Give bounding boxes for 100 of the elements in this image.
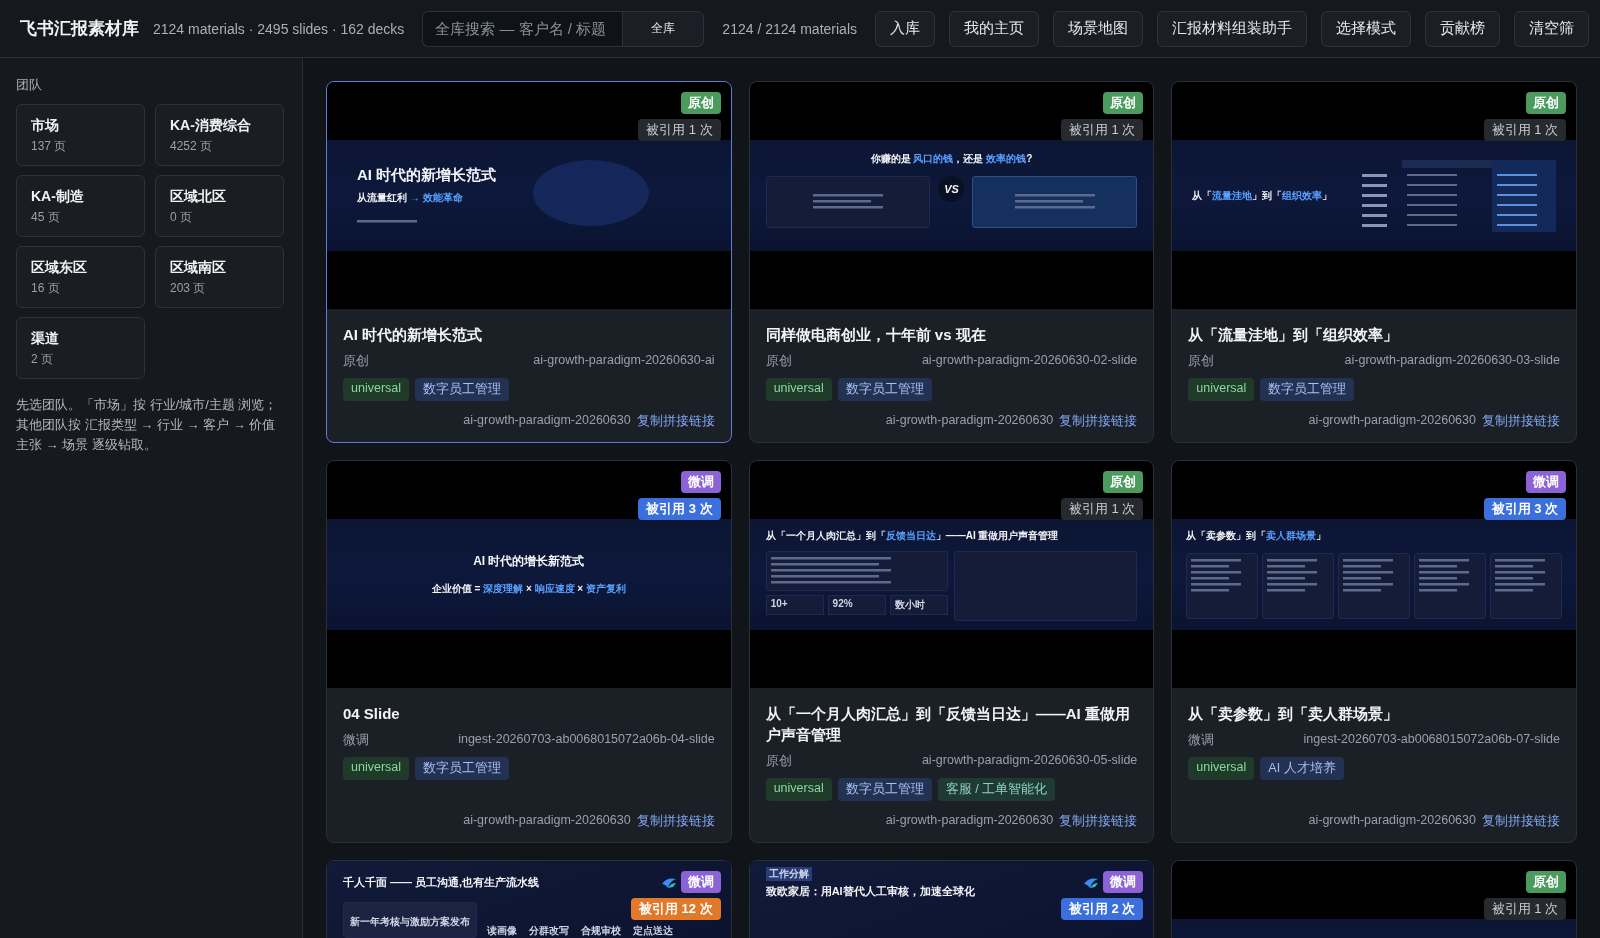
page-count: 137 页 [31, 138, 68, 155]
slide-heading: AI 时代的新增长范式 [357, 166, 497, 185]
text-lines-icon [770, 555, 891, 586]
material-card[interactable]: 你赚的是 风口的钱，还是 效率的钱? VS 原创 被引用 1 次 同样做电商创业，十年前 vs 现在 原创 ai-growth-paradigm-20260630-02-slide universal 数字员工管理 ai-growth-paradigm-20260630 复制拼接链接 [748, 81, 1155, 443]
toolbar-button[interactable]: 选择模式 [1321, 10, 1411, 47]
card-title: 同样做电商创业，十年前 vs 现在 [765, 325, 987, 345]
slide-id: ingest-20260703-ab0068015072a06b-07-slide [1303, 732, 1560, 748]
team-name: KA-制造 [31, 188, 85, 206]
tag: AI 人才培养 [1260, 757, 1344, 780]
citation-badge: 被引用 1 次 [1483, 119, 1566, 141]
toolbar-button[interactable]: 场景地图 [1053, 10, 1143, 47]
text-lines-icon [1191, 557, 1242, 594]
origin-badge: 微调 [1103, 871, 1144, 893]
material-card[interactable]: 千人千面 —— 员工沟通,也有生产流水线 新一年考核与激励方案发布 读画像 分群改写 合规审校 定点送达 微调 被引用 12 次 [326, 860, 732, 938]
origin-badge: 原创 [1103, 92, 1144, 114]
team-tile[interactable]: KA-消费综合 4252 页 [155, 104, 284, 166]
tag: 数字员工管理 [415, 757, 510, 780]
text-lines-icon [1419, 557, 1470, 594]
origin-label: 原创 [343, 353, 369, 370]
page-count: 4252 页 [170, 138, 214, 155]
card-title: 从「一个月人肉汇总」到「反馈当日达」——AI 重做用户声音管理 [765, 704, 1131, 745]
citation-badge: 被引用 12 次 [630, 898, 721, 920]
card-title: 从「卖参数」到「卖人群场景」 [1188, 704, 1400, 724]
card-title: 04 Slide [343, 704, 401, 724]
citation-badge: 被引用 3 次 [638, 498, 721, 520]
toolbar-button[interactable]: 贡献榜 [1425, 10, 1500, 47]
search-field[interactable]: 全库搜索 — 客户名 / 标题 [422, 10, 623, 47]
card-title: AI 时代的新增长范式 [343, 325, 484, 345]
team-name: 区域东区 [31, 259, 88, 277]
text-lines-icon [1267, 557, 1318, 594]
step-label: 读画像 [487, 924, 517, 938]
origin-label: 微调 [343, 732, 369, 749]
citation-badge: 被引用 1 次 [638, 119, 721, 141]
note-text: 新一年考核与激励方案发布 [350, 916, 470, 927]
tag: universal [765, 378, 832, 401]
origin-badge: 原创 [680, 92, 721, 114]
material-card[interactable]: 从「卖参数」到「卖人群场景」 微调 被引用 3 次 从「卖参数」到「卖人群场景」 微调 ingest-20260703-ab0068015072a06b-07-slide universal AI 人才培养 ai-growth-paradigm-20260630 复制拼接链接 [1171, 460, 1577, 843]
copy-link[interactable]: 复制拼接链接 [1059, 413, 1138, 430]
team-tile[interactable]: 区域东区 16 页 [16, 246, 145, 308]
slide-heading: 致欧家居：用AI替代人工审核，加速全球化 [765, 884, 975, 899]
copy-link[interactable]: 复制拼接链接 [636, 813, 715, 830]
slide-id: ingest-20260703-ab0068015072a06b-04-slide [458, 732, 715, 748]
material-card[interactable]: AI 时代的新增长范式 从流量红利 → 效能革命 原创 被引用 1 次 AI 时代的新增长范式 原创 ai-growth-paradigm-20260630-ai universal 数字员工管理 ai-growth-paradigm-20260630 复制拼接链接 [326, 81, 732, 443]
origin-badge: 原创 [1526, 871, 1566, 893]
toolbar-button[interactable]: 入库 [875, 10, 935, 47]
page-count: 16 页 [31, 280, 61, 297]
citation-badge: 被引用 1 次 [1060, 119, 1144, 141]
card-title: 从「流量洼地」到「组织效率」 [1188, 325, 1400, 345]
tag: 客服 / 工单智能化 [937, 778, 1056, 801]
deck-id: ai-growth-paradigm-20260630 [463, 413, 631, 429]
copy-link[interactable]: 复制拼接链接 [636, 413, 715, 430]
toolbar-button[interactable]: 清空筛 [1514, 10, 1589, 47]
page-count: 45 页 [31, 209, 61, 226]
citation-badge: 被引用 1 次 [1483, 898, 1566, 920]
slide-subheading: 从流量红利 → 效能革命 [357, 191, 463, 205]
text-lines-icon [1495, 557, 1546, 594]
page-count: 2 页 [31, 351, 54, 368]
text-lines-icon [1014, 192, 1095, 211]
stat-value: 数小时 [889, 594, 948, 615]
slide-heading: 从「一个月人肉汇总」到「反馈当日达」——AI 重做用户声音管理 [765, 528, 1059, 543]
copy-link[interactable]: 复制拼接链接 [1482, 413, 1560, 430]
material-card[interactable]: AI 时代的增长新范式 企业价值 = 深度理解 × 响应速度 × 资产复利 微调 被引用 3 次 04 Slide 微调 ingest-20260703-ab0068015072a06b-04-slide universal 数字员工管理 ai-growth-paradigm-20260630 复制拼接链接 [326, 460, 732, 843]
team-tile[interactable]: 区域南区 203 页 [155, 246, 284, 308]
citation-badge: 被引用 2 次 [1060, 898, 1144, 920]
tag: 数字员工管理 [415, 378, 510, 401]
team-tile[interactable]: KA-制造 45 页 [16, 175, 145, 237]
step-label: 定点送达 [633, 924, 673, 938]
origin-badge: 原创 [1526, 92, 1566, 114]
page-count: 203 页 [170, 280, 207, 297]
text-lines-icon [1343, 557, 1394, 594]
material-card[interactable]: 从「一个月人肉汇总」到「反馈当日达」——AI 重做用户声音管理 10+ 92% 数小时 原创 被引用 1 次 从「一个月人肉汇总」到「反馈当日达」——AI 重做用户声音管理 原创 ai-growth-paradigm-20260630-05-slide universal 数字员工管理 客服 / 工单智能化 ai-growth-paradigm-20260630 复制拼接链接 [748, 460, 1155, 843]
copy-link[interactable]: 复制拼接链接 [1059, 813, 1138, 830]
team-tile[interactable]: 市场 137 页 [16, 104, 145, 166]
copy-link[interactable]: 复制拼接链接 [1482, 813, 1560, 830]
slide-heading: 从「流量洼地」到「组织效率」 [1192, 188, 1333, 203]
material-card[interactable]: 原创 被引用 1 次 [1171, 860, 1577, 938]
origin-label: 微调 [1188, 732, 1215, 749]
slide-heading: AI 时代的增长新范式 [473, 553, 585, 570]
material-card[interactable]: 从「流量洼地」到「组织效率」 原创 被引用 1 次 从「流量洼地」到「组织效率」 原创 ai-growth-paradigm-20260630-03-slide universal 数字员工管理 ai-growth-paradigm-20260630 复制拼接链接 [1171, 81, 1577, 443]
team-name: 区域南区 [170, 259, 227, 277]
deck-id: ai-growth-paradigm-20260630 [885, 413, 1054, 429]
slide-id: ai-growth-paradigm-20260630-03-slide [1344, 353, 1560, 369]
slide-id: ai-growth-paradigm-20260630-ai [533, 353, 715, 369]
team-tile[interactable]: 渠道 2 页 [16, 317, 145, 379]
tag: 数字员工管理 [1260, 378, 1355, 401]
origin-label: 原创 [765, 353, 792, 370]
toolbar-button[interactable]: 汇报材料组装助手 [1157, 10, 1307, 47]
result-count: 2124 / 2124 materials [722, 20, 857, 37]
text-lines-icon [357, 219, 417, 225]
help-text: 先选团队。「市场」按 行业/城市/主题 浏览；其他团队按 汇报类型 → 行业 → 客户 → 价值主张 → 场景 逐级钻取。 [16, 396, 279, 454]
page-count: 0 页 [170, 209, 193, 226]
material-card[interactable]: 工作分解 致欧家居：用AI替代人工审核，加速全球化 微调 被引用 2 次 [748, 860, 1155, 938]
team-tile[interactable]: 区域北区 0 页 [155, 175, 284, 237]
slide-heading: 千人千面 —— 员工沟通,也有生产流水线 [343, 875, 540, 890]
slide-id: ai-growth-paradigm-20260630-02-slide [921, 353, 1138, 369]
toolbar-button[interactable]: 我的主页 [949, 10, 1039, 47]
origin-label: 原创 [765, 753, 792, 770]
scope-button[interactable]: 全库 [622, 10, 705, 47]
team-name: KA-消费综合 [170, 117, 252, 135]
stat-value: 92% [827, 594, 886, 615]
